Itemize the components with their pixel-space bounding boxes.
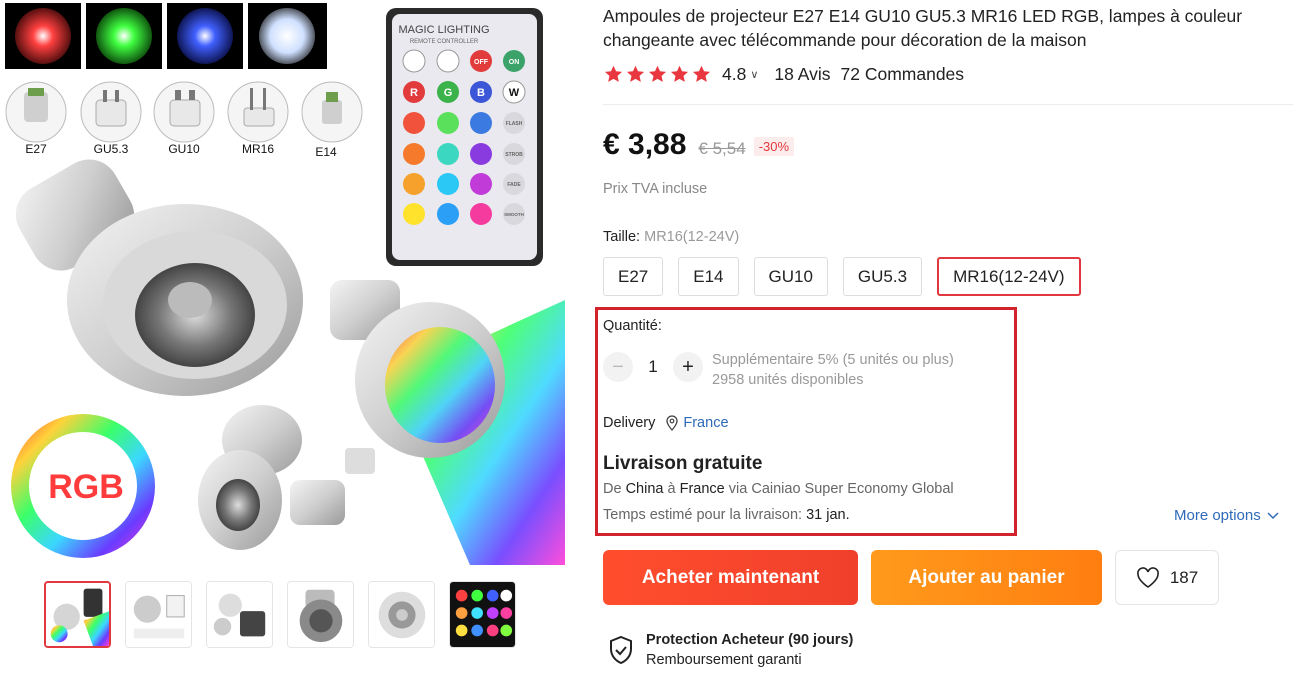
quantity-stepper: − 1 +	[603, 352, 703, 382]
quantity-label: Quantité:	[603, 318, 662, 334]
rating-value[interactable]: 4.8	[722, 64, 746, 85]
reviews-link[interactable]: 18 Avis	[774, 64, 830, 85]
base-label-e27: E27	[25, 142, 47, 156]
tax-note: Prix TVA incluse	[603, 181, 708, 197]
remote-key-flash: FLASH	[506, 121, 523, 127]
star-icon	[648, 65, 667, 82]
more-options-link[interactable]: More options	[1174, 507, 1279, 524]
orders-count: 72 Commandes	[840, 63, 965, 84]
decrease-button[interactable]: −	[603, 352, 633, 382]
thumbnail-4[interactable]	[287, 581, 354, 648]
size-option-gu10[interactable]: GU10	[753, 257, 828, 296]
size-options: E27 E14 GU10 GU5.3 MR16(12-24V)	[603, 257, 1081, 296]
delivery-label: Delivery	[603, 415, 656, 431]
rgb-badge-text: RGB	[48, 468, 124, 506]
protection-subtitle: Remboursement garanti	[646, 652, 802, 668]
eta-date: 31 jan.	[806, 507, 850, 523]
size-option-e14[interactable]: E14	[678, 257, 739, 296]
heart-icon	[1136, 566, 1159, 588]
remote-key-w: W	[509, 87, 520, 99]
current-price: € 3,88	[603, 128, 687, 161]
route-from-prefix: De	[603, 481, 622, 497]
remote-key-g: G	[444, 87, 453, 99]
size-option-gu53[interactable]: GU5.3	[842, 257, 923, 296]
discount-badge: -30%	[753, 137, 795, 156]
wishlist-count: 187	[1169, 567, 1199, 587]
remote-key-off: OFF	[474, 59, 489, 66]
chevron-down-icon[interactable]: ∨	[750, 68, 758, 81]
thumbnail-2[interactable]	[125, 581, 192, 648]
product-title: Ampoules de projecteur E27 E14 GU10 GU5.…	[603, 6, 1243, 50]
eta-label: Temps estimé pour la livraison:	[603, 507, 803, 523]
base-label-e14: E14	[315, 145, 337, 159]
shield-check-icon	[610, 635, 632, 665]
remote-key-b: B	[477, 87, 485, 99]
star-icon	[670, 65, 689, 82]
delivery-eta: Temps estimé pour la livraison: 31 jan.	[603, 507, 850, 523]
route-to: France	[679, 481, 725, 497]
price-row: € 3,88 € 5,54 -30%	[603, 128, 795, 162]
increase-button[interactable]: +	[673, 352, 703, 382]
route-from: China	[625, 481, 664, 497]
stock-available: 2958 unités disponibles	[712, 372, 864, 388]
wishlist-button[interactable]: 187	[1115, 550, 1219, 605]
base-label-gu10: GU10	[168, 142, 200, 156]
quantity-info: Supplémentaire 5% (5 unités ou plus) 295…	[712, 350, 954, 390]
add-to-cart-button[interactable]: Ajouter au panier	[871, 550, 1102, 605]
delivery-country-link[interactable]: France	[683, 415, 728, 431]
shipping-route: De China à France via Cainiao Super Econ…	[603, 481, 954, 497]
divider	[603, 104, 1293, 105]
action-buttons: Acheter maintenant Ajouter au panier 187	[603, 550, 1219, 605]
thumbnail-strip	[44, 581, 516, 648]
rating-row: 4.8 ∨ 18 Avis 72 Commandes	[603, 63, 964, 85]
buyer-protection: Protection Acheteur (90 jours) Rembourse…	[608, 630, 853, 670]
remote-key-on: ON	[509, 59, 520, 66]
buy-now-button[interactable]: Acheter maintenant	[603, 550, 858, 605]
remote-key-strob: STROB	[505, 152, 523, 158]
remote-subtitle: REMOTE CONTROLLER	[410, 39, 479, 45]
product-gallery: E27 GU5.3 GU10 MR16 E14 MAGIC LIGHTING R…	[0, 0, 565, 693]
original-price: € 5,54	[698, 139, 746, 158]
remote-key-r: R	[410, 87, 418, 99]
star-icon	[626, 65, 645, 82]
free-shipping-title: Livraison gratuite	[603, 453, 763, 474]
remote-key-fade: FADE	[507, 182, 521, 188]
quantity-value[interactable]: 1	[633, 357, 673, 377]
delivery-row: Delivery France	[603, 415, 729, 431]
size-selected: MR16(12-24V)	[644, 229, 740, 245]
remote-key-smooth: SMOOTH	[504, 212, 524, 217]
thumbnail-5[interactable]	[368, 581, 435, 648]
size-label-row: Taille: MR16(12-24V)	[603, 229, 739, 245]
route-carrier: via Cainiao Super Economy Global	[728, 481, 954, 497]
star-rating	[603, 64, 712, 85]
remote-title: MAGIC LIGHTING	[398, 24, 489, 36]
size-option-mr16[interactable]: MR16(12-24V)	[937, 257, 1081, 296]
base-label-mr16: MR16	[242, 142, 274, 156]
base-label-gu53: GU5.3	[94, 142, 129, 156]
star-icon	[692, 65, 711, 82]
route-to-prefix: à	[667, 481, 676, 497]
protection-title: Protection Acheteur (90 jours)	[646, 632, 854, 648]
star-icon	[604, 65, 623, 82]
bulk-discount-note: Supplémentaire 5% (5 unités ou plus)	[712, 352, 954, 368]
location-pin-icon	[666, 415, 679, 431]
chevron-down-icon	[1267, 511, 1279, 519]
more-options-label: More options	[1174, 507, 1261, 524]
thumbnail-1[interactable]	[44, 581, 111, 648]
size-option-e27[interactable]: E27	[603, 257, 664, 296]
main-product-image[interactable]: E27 GU5.3 GU10 MR16 E14 MAGIC LIGHTING R…	[0, 0, 565, 565]
size-label: Taille:	[603, 229, 641, 245]
thumbnail-6[interactable]	[449, 581, 516, 648]
thumbnail-3[interactable]	[206, 581, 273, 648]
protection-text: Protection Acheteur (90 jours) Rembourse…	[646, 630, 853, 670]
